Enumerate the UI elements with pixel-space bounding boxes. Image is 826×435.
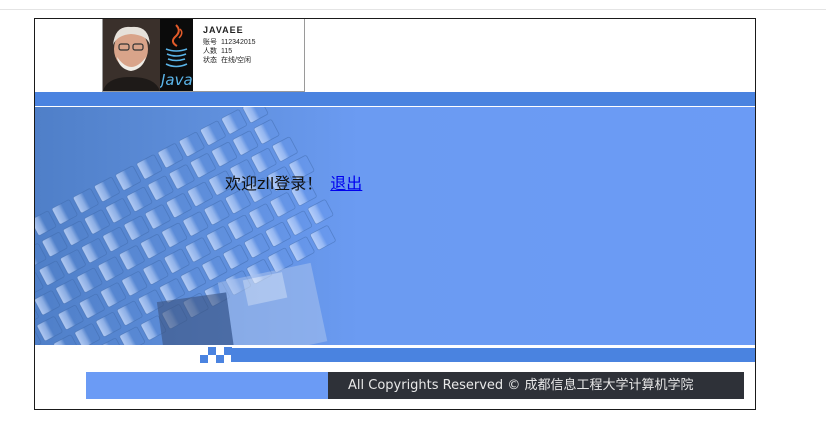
profile-row-count: 人数 115 (203, 48, 233, 55)
profile-name: JAVAEE (203, 25, 244, 35)
footer-blue-bar (231, 348, 755, 362)
logout-link[interactable]: 退出 (330, 176, 362, 193)
avatar (103, 19, 160, 91)
header-blue-bar (35, 92, 755, 106)
welcome-message: 欢迎zll登录！ 退出 (225, 170, 362, 194)
profile-row-status: 状态 在线/空闲 (203, 57, 251, 64)
checker-decoration (200, 347, 232, 363)
profile-card: Java JAVAEE 账号 112342015 人数 115 状态 在线/空闲 (102, 19, 305, 92)
java-logo: Java (160, 19, 193, 91)
page-top-divider (0, 9, 826, 10)
keyboard-banner: 欢迎zll登录！ 退出 (35, 107, 755, 345)
profile-info: JAVAEE 账号 112342015 人数 115 状态 在线/空闲 (203, 26, 260, 65)
profile-row-account: 账号 112342015 (203, 39, 256, 46)
keyboard-image (35, 107, 337, 345)
page-frame: Java JAVAEE 账号112342015 人数115 状态在线/空闲 (34, 18, 756, 410)
footer-accent-block (86, 372, 329, 399)
footer-copyright: All Copyrights Reserved © 成都信息工程大学计算机学院 (328, 372, 744, 399)
welcome-text: 欢迎zll登录！ (225, 174, 323, 193)
svg-text:Java: Java (160, 71, 193, 89)
